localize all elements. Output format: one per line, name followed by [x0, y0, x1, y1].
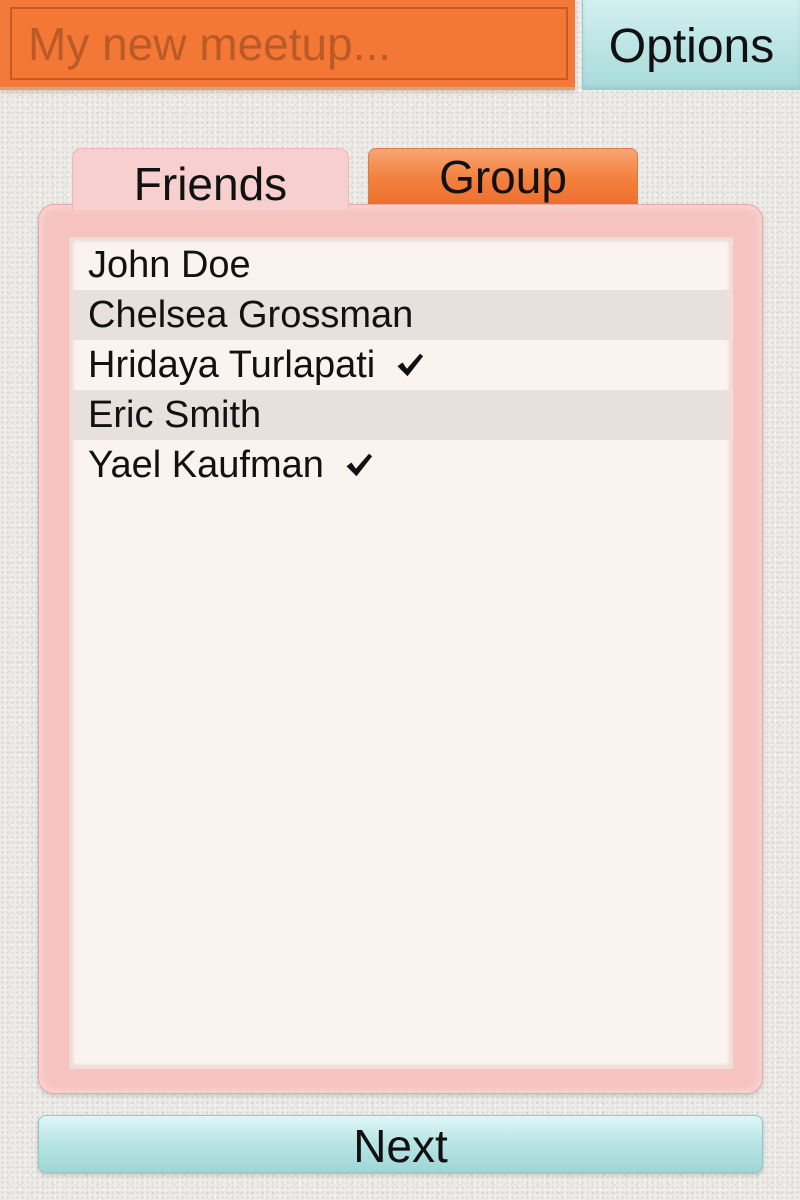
next-button-label: Next [353, 1120, 448, 1172]
options-button-label: Options [608, 19, 775, 73]
next-button[interactable]: Next [38, 1115, 763, 1173]
friend-name: Chelsea Grossman [88, 293, 414, 336]
options-button[interactable]: Options [582, 0, 800, 90]
meetup-title-bar [0, 0, 575, 90]
list-item-hridaya-turlapati[interactable]: Hridaya Turlapati [72, 340, 730, 390]
list-item-yael-kaufman[interactable]: Yael Kaufman [72, 440, 730, 490]
tab-friends-label: Friends [133, 157, 288, 210]
friend-name: Eric Smith [88, 393, 262, 436]
friend-name: John Doe [88, 243, 251, 286]
friend-name: Yael Kaufman [88, 443, 324, 486]
friends-panel: John Doe Chelsea Grossman Hridaya Turlap… [38, 204, 763, 1094]
tab-group-label: Group [439, 151, 567, 203]
list-item-john-doe[interactable]: John Doe [72, 240, 730, 290]
friend-name: Hridaya Turlapati [88, 343, 376, 386]
meetup-title-input[interactable] [10, 7, 568, 80]
check-icon [397, 353, 424, 377]
tab-friends[interactable]: Friends [72, 148, 349, 210]
list-item-eric-smith[interactable]: Eric Smith [72, 390, 730, 440]
list-item-chelsea-grossman[interactable]: Chelsea Grossman [72, 290, 730, 340]
check-icon [346, 453, 373, 477]
friends-list[interactable]: John Doe Chelsea Grossman Hridaya Turlap… [69, 237, 733, 1069]
tab-group[interactable]: Group [368, 148, 638, 204]
